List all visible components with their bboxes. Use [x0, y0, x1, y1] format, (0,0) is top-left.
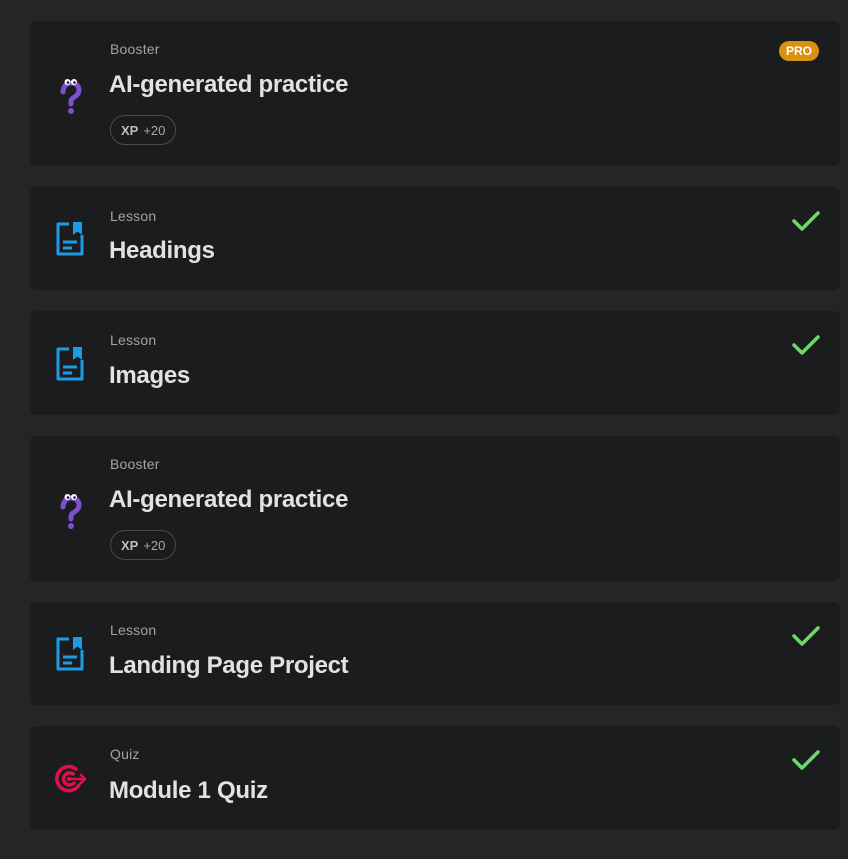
completed-check-icon	[792, 335, 820, 355]
booster-card[interactable]: Booster AI-generated practice XP +20 PRO	[30, 21, 840, 166]
lesson-document-icon	[56, 347, 84, 381]
item-title: Images	[109, 362, 190, 389]
quiz-card[interactable]: Quiz Module 1 Quiz	[30, 726, 840, 830]
item-type-label: Booster	[110, 41, 160, 57]
xp-badge: XP +20	[110, 115, 177, 145]
item-type-label: Lesson	[110, 622, 157, 638]
item-title: Landing Page Project	[109, 652, 349, 679]
item-title: AI-generated practice	[109, 486, 349, 513]
item-type-label: Lesson	[110, 332, 157, 348]
booster-card[interactable]: Booster AI-generated practice XP +20	[30, 436, 840, 581]
quiz-target-icon	[55, 764, 86, 793]
xp-label: XP	[121, 122, 139, 138]
completed-check-icon	[792, 626, 820, 646]
question-mascot-icon	[60, 79, 82, 114]
lesson-card[interactable]: Lesson Landing Page Project	[30, 602, 840, 705]
pro-badge: PRO	[778, 41, 819, 61]
lesson-document-icon	[56, 637, 84, 671]
completed-check-icon	[792, 750, 820, 770]
xp-label: XP	[121, 537, 139, 553]
item-title: AI-generated practice	[109, 71, 349, 98]
item-type-label: Lesson	[110, 208, 157, 224]
lesson-card[interactable]: Lesson Images	[30, 311, 840, 415]
item-title: Headings	[109, 237, 215, 264]
completed-check-icon	[792, 211, 820, 231]
lesson-card[interactable]: Lesson Headings	[30, 187, 840, 290]
module-item-list: Booster AI-generated practice XP +20 PRO…	[0, 0, 848, 859]
xp-badge: XP +20	[110, 530, 177, 560]
lesson-document-icon	[56, 222, 84, 256]
item-type-label: Quiz	[110, 746, 140, 762]
item-type-label: Booster	[110, 456, 160, 472]
xp-value: +20	[143, 537, 166, 553]
item-title: Module 1 Quiz	[109, 777, 268, 804]
question-mascot-icon	[60, 494, 82, 529]
xp-value: +20	[143, 122, 166, 138]
